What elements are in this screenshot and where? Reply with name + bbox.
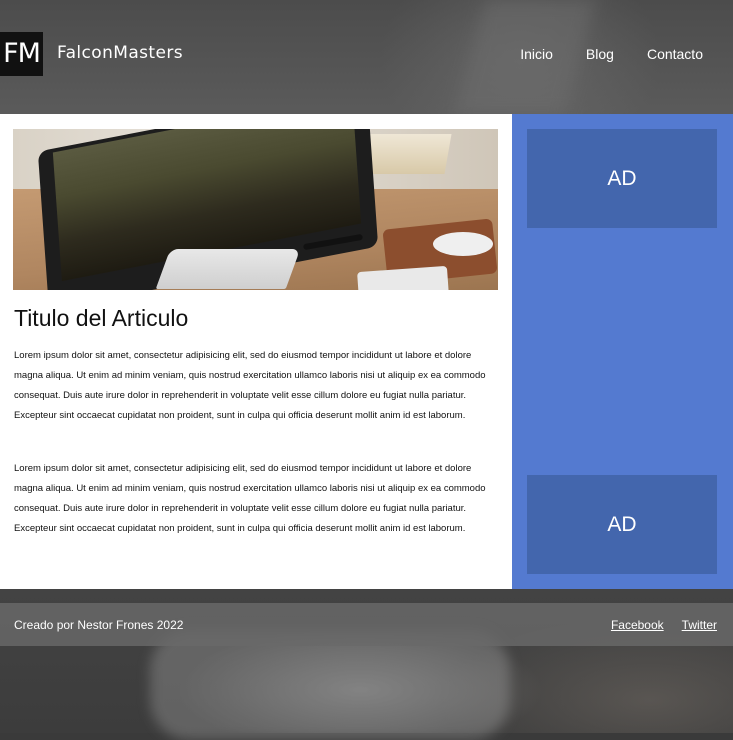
site-header: FM FalconMasters Inicio Blog Contacto (0, 0, 733, 114)
ad-slot-bottom[interactable]: AD (527, 475, 717, 574)
site-footer: Creado por Nestor Frones 2022 Facebook T… (0, 603, 733, 646)
footer-credit: Creado por Nestor Frones 2022 (14, 618, 184, 632)
article-image (13, 129, 498, 290)
ad-slot-top[interactable]: AD (527, 129, 717, 228)
main-nav: Inicio Blog Contacto (520, 46, 703, 62)
image-mouse (433, 232, 493, 256)
article-paragraph: Lorem ipsum dolor sit amet, consectetur … (14, 350, 486, 421)
image-stand (155, 249, 301, 289)
article-content: Titulo del Articulo Lorem ipsum dolor si… (0, 114, 512, 589)
twitter-link[interactable]: Twitter (682, 618, 717, 632)
nav-link-blog[interactable]: Blog (586, 46, 614, 62)
logo[interactable]: FM (0, 32, 43, 76)
article-paragraph: Lorem ipsum dolor sit amet, consectetur … (14, 463, 486, 534)
background-mouse-shape (150, 630, 510, 740)
sidebar: AD AD (512, 114, 733, 589)
nav-link-contacto[interactable]: Contacto (647, 46, 703, 62)
facebook-link[interactable]: Facebook (611, 618, 664, 632)
brand-name[interactable]: FalconMasters (57, 43, 183, 63)
social-links: Facebook Twitter (611, 618, 717, 632)
article-title: Titulo del Articulo (14, 305, 189, 331)
nav-link-inicio[interactable]: Inicio (520, 46, 553, 62)
